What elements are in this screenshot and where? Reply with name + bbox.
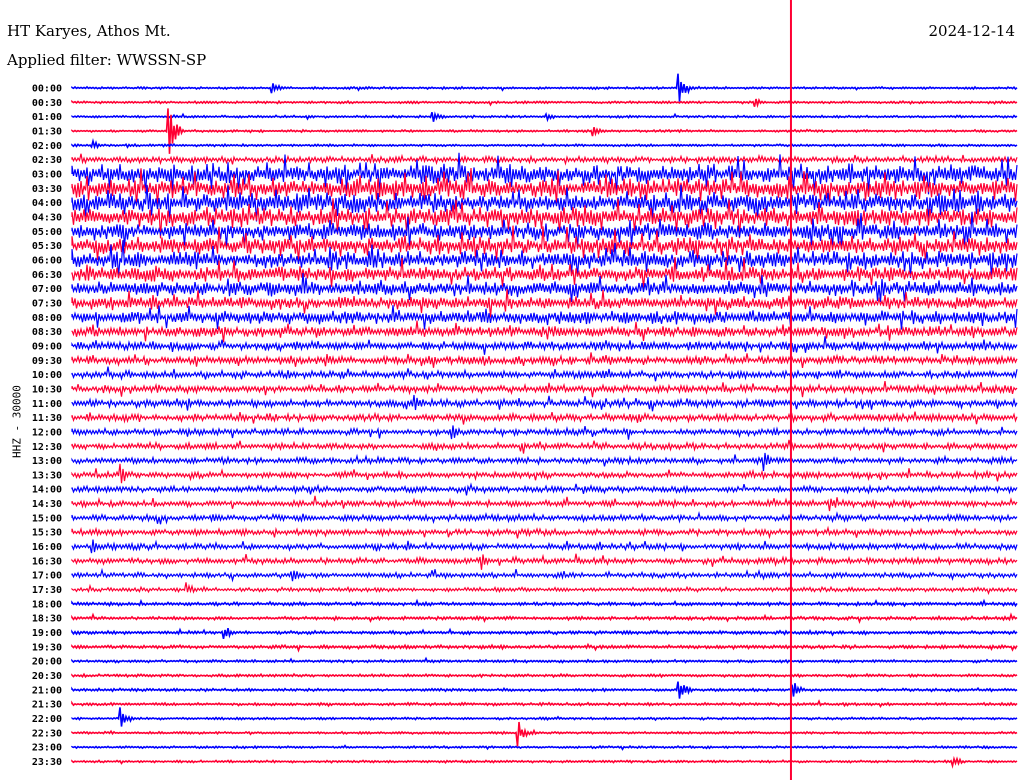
trace-0030 (71, 97, 1018, 109)
row-time-label: 20:00 (32, 657, 62, 668)
trace-1900 (71, 627, 1018, 640)
trace-1500 (71, 510, 1018, 525)
row-time-label: 05:00 (32, 227, 62, 238)
row-time-label: 01:30 (32, 126, 62, 137)
row-time-label: 21:30 (32, 700, 62, 711)
row-time-label: 02:00 (32, 141, 62, 152)
row-time-label: 17:00 (32, 571, 62, 582)
row-time-label: 00:30 (32, 98, 62, 109)
row-time-label: 08:00 (32, 313, 62, 324)
trace-0830 (71, 320, 1018, 343)
row-time-label: 11:30 (32, 413, 62, 424)
trace-2300 (71, 744, 1018, 751)
trace-1300 (71, 452, 1018, 472)
row-time-label: 07:00 (32, 284, 62, 295)
row-time-label: 06:00 (32, 255, 62, 266)
row-time-label: 22:30 (32, 728, 62, 739)
row-time-label: 20:30 (32, 671, 62, 682)
row-time-label: 05:30 (32, 241, 62, 252)
trace-1730 (71, 582, 1018, 596)
trace-1830 (71, 612, 1018, 625)
trace-1130 (71, 410, 1018, 425)
trace-0930 (71, 352, 1018, 369)
trace-1030 (71, 381, 1018, 398)
trace-1530 (71, 525, 1018, 540)
trace-0130 (71, 108, 1018, 154)
trace-2200 (71, 707, 1018, 727)
trace-0730 (71, 289, 1018, 318)
row-time-label: 12:00 (32, 427, 62, 438)
trace-1430 (71, 495, 1018, 512)
row-time-label: 04:30 (32, 212, 62, 223)
trace-1230 (71, 439, 1018, 454)
row-time-label: 14:00 (32, 485, 62, 496)
row-time-label: 22:00 (32, 714, 62, 725)
row-time-label: 02:30 (32, 155, 62, 166)
trace-0900 (71, 336, 1018, 355)
helicorder-plot: 00:00 00:30 01:00 01:30 02:00 02:30 03:00 03:30… (32, 0, 1018, 780)
row-time-label: 16:00 (32, 542, 62, 553)
row-time-label: 09:30 (32, 356, 62, 367)
trace-1630 (71, 553, 1018, 570)
row-time-label: 23:00 (32, 743, 62, 754)
row-time-label: 12:30 (32, 442, 62, 453)
row-time-label: 17:30 (32, 585, 62, 596)
row-time-label: 21:00 (32, 685, 62, 696)
trace-2330 (71, 755, 1018, 769)
row-time-label: 18:00 (32, 599, 62, 610)
trace-2100 (71, 681, 1018, 699)
row-time-label: 06:30 (32, 270, 62, 281)
row-time-label: 10:30 (32, 384, 62, 395)
trace-1200 (71, 425, 1018, 440)
trace-0000 (71, 73, 1018, 102)
row-time-label: 19:00 (32, 628, 62, 639)
row-time-label: 00:00 (32, 84, 62, 95)
row-time-label: 07:30 (32, 298, 62, 309)
row-time-label: 01:00 (32, 112, 62, 123)
row-time-label: 03:00 (32, 169, 62, 180)
trace-1100 (71, 394, 1018, 412)
row-time-label: 15:00 (32, 513, 62, 524)
trace-1930 (71, 642, 1018, 653)
row-time-label: 16:30 (32, 556, 62, 567)
trace-1800 (71, 598, 1018, 608)
row-time-label: 23:30 (32, 757, 62, 768)
trace-2000 (71, 656, 1018, 664)
trace-2230 (71, 721, 1018, 747)
row-time-label: 10:00 (32, 370, 62, 381)
row-time-label: 09:00 (32, 341, 62, 352)
trace-1000 (71, 366, 1018, 382)
trace-0230 (71, 153, 1018, 166)
row-time-label: 03:30 (32, 184, 62, 195)
row-time-label: 13:00 (32, 456, 62, 467)
trace-1330 (71, 463, 1018, 484)
trace-2130 (71, 699, 1018, 709)
trace-0200 (71, 138, 1018, 150)
trace-2030 (71, 672, 1018, 679)
row-time-label: 19:30 (32, 642, 62, 653)
row-time-label: 04:00 (32, 198, 62, 209)
trace-1600 (71, 539, 1018, 554)
row-time-label: 15:30 (32, 528, 62, 539)
trace-1700 (71, 567, 1018, 583)
trace-1400 (71, 482, 1018, 496)
row-time-label: 13:30 (32, 470, 62, 481)
row-time-label: 08:30 (32, 327, 62, 338)
trace-0100 (71, 111, 1018, 123)
row-time-label: 14:30 (32, 499, 62, 510)
row-time-label: 11:00 (32, 399, 62, 410)
trace-0800 (71, 305, 1018, 330)
row-time-label: 18:30 (32, 614, 62, 625)
